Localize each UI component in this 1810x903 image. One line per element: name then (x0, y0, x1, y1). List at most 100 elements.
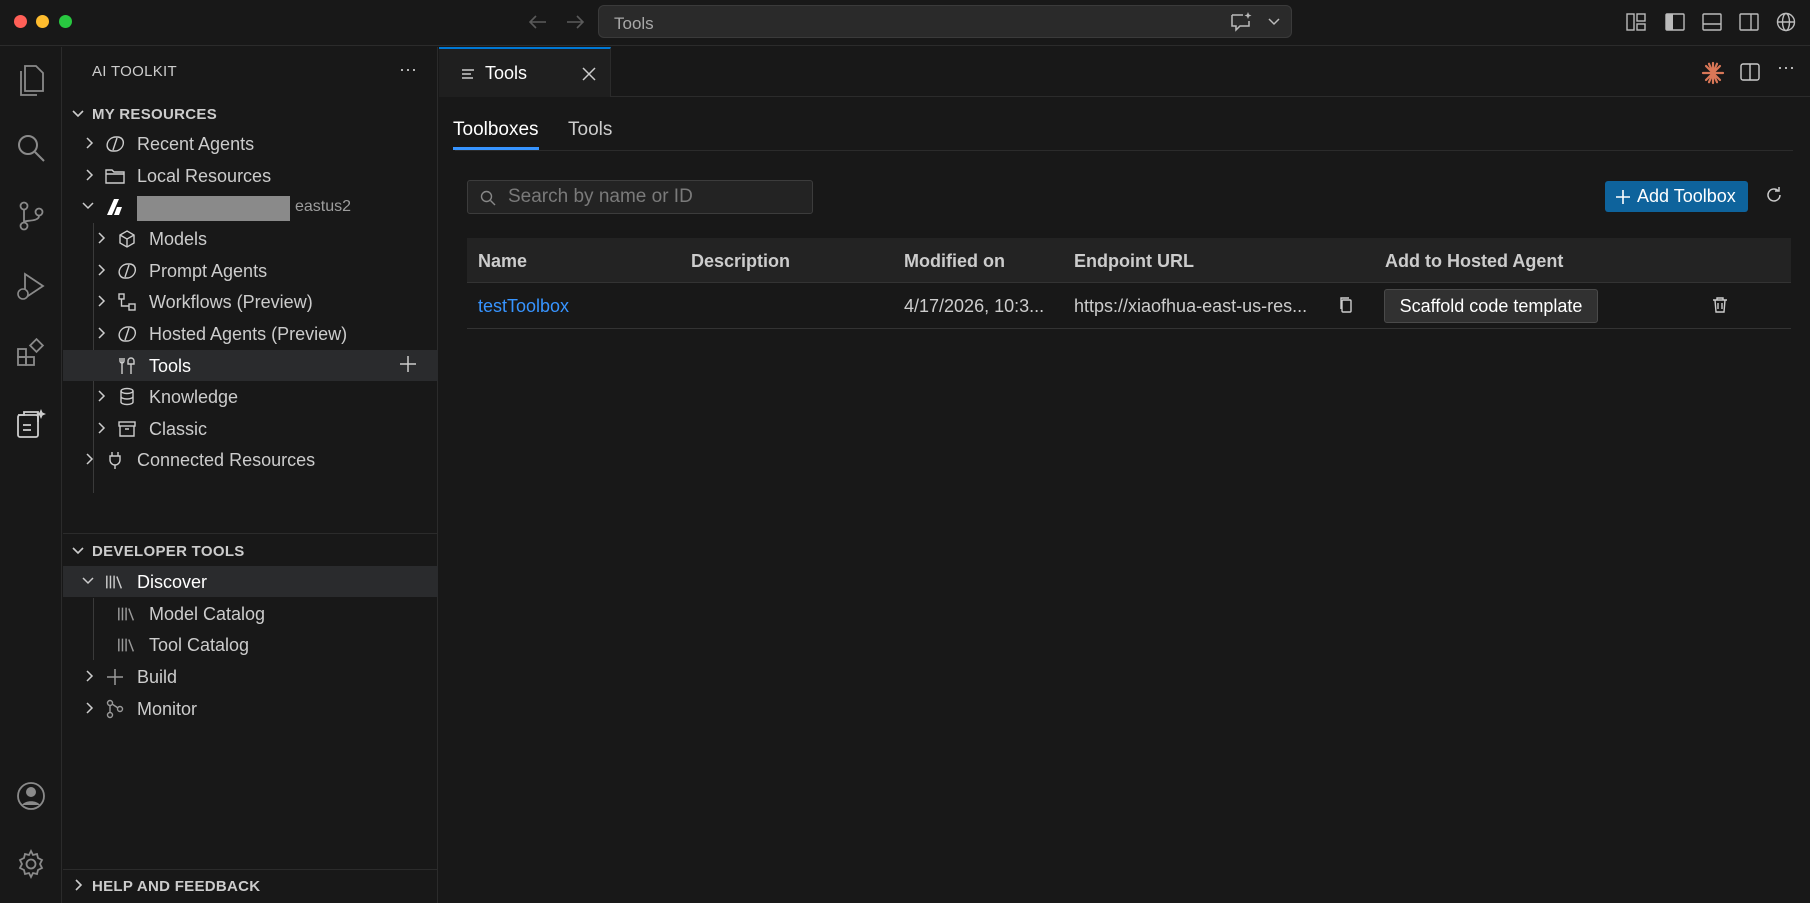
tree-item-label: Hosted Agents (Preview) (149, 324, 348, 344)
search-box[interactable] (467, 180, 813, 214)
extensions-icon[interactable] (12, 335, 50, 373)
back-arrow-icon[interactable] (526, 10, 550, 34)
tree-item-tool-catalog[interactable]: Tool Catalog (63, 629, 438, 660)
chevron-right-icon (95, 389, 107, 403)
plus-icon (105, 667, 125, 687)
add-toolbox-button[interactable]: Add Toolbox (1605, 181, 1748, 212)
tree-item-connected-resources[interactable]: Connected Resources (63, 444, 438, 475)
subtab-tools[interactable]: Tools (568, 119, 612, 147)
editor-more-actions-icon[interactable]: ··· (1777, 57, 1801, 81)
source-control-icon[interactable] (12, 197, 50, 235)
search-icon[interactable] (12, 129, 50, 167)
section-help-feedback[interactable]: HELP AND FEEDBACK (63, 872, 438, 900)
tree-item-workflows[interactable]: Workflows (Preview) (63, 286, 438, 317)
add-toolbox-label: Add Toolbox (1637, 186, 1736, 206)
chevron-right-icon (83, 168, 95, 182)
column-header-add-hosted-agent[interactable]: Add to Hosted Agent (1385, 251, 1563, 272)
tree-item-hosted-agents[interactable]: Hosted Agents (Preview) (63, 318, 438, 349)
refresh-icon[interactable] (1765, 186, 1783, 204)
project-region: eastus2 (295, 198, 352, 215)
settings-gear-icon[interactable] (12, 845, 50, 883)
command-center[interactable]: Tools (598, 5, 1292, 38)
add-tool-plus-icon[interactable] (398, 354, 418, 374)
chevron-down-icon (71, 543, 85, 557)
close-icon[interactable] (581, 66, 597, 82)
account-icon[interactable] (12, 777, 50, 815)
tree-item-label: Connected Resources (137, 450, 316, 470)
section-developer-tools[interactable]: DEVELOPER TOOLS (63, 537, 438, 565)
section-label: HELP AND FEEDBACK (92, 878, 261, 895)
command-center-text: Tools (614, 14, 654, 33)
tree-item-recent-agents[interactable]: Recent Agents (63, 128, 438, 159)
section-my-resources[interactable]: MY RESOURCES (63, 100, 438, 128)
globe-icon[interactable] (1775, 11, 1799, 35)
chevron-down-icon[interactable] (1267, 14, 1281, 28)
toolbox-name-link[interactable]: testToolbox (478, 296, 569, 317)
copy-icon[interactable] (1338, 296, 1354, 314)
section-divider (63, 533, 438, 534)
close-window-button[interactable] (14, 15, 27, 28)
tree-item-label: Local Resources (137, 166, 272, 186)
split-editor-icon[interactable] (1739, 61, 1763, 85)
column-header-endpoint[interactable]: Endpoint URL (1074, 251, 1194, 272)
tree-item-model-catalog[interactable]: Model Catalog (63, 598, 438, 629)
chevron-right-icon (95, 263, 107, 277)
tree-item-monitor[interactable]: Monitor (63, 693, 438, 724)
chevron-down-icon (81, 574, 95, 588)
scaffold-code-template-button[interactable]: Scaffold code template (1384, 289, 1598, 323)
tree-item-classic[interactable]: Classic (63, 413, 438, 444)
archive-icon (117, 419, 137, 439)
tab-tools[interactable]: Tools (439, 47, 611, 97)
tree-item-prompt-agents[interactable]: Prompt Agents (63, 255, 438, 286)
agent-icon (117, 324, 137, 344)
toggle-primary-sidebar-icon[interactable] (1664, 11, 1688, 35)
foundry-logo-icon (105, 197, 125, 217)
activity-bar (0, 47, 62, 903)
tree-item-label: Knowledge (149, 387, 239, 407)
explorer-icon[interactable] (12, 61, 50, 99)
subtab-toolboxes[interactable]: Toolboxes (453, 119, 539, 150)
tree-item-models[interactable]: Models (63, 223, 438, 254)
library-icon (117, 604, 137, 624)
tree-item-build[interactable]: Build (63, 661, 438, 692)
table-row: testToolbox 4/17/2026, 10:3... https://x… (467, 283, 1791, 329)
customize-layout-icon[interactable] (1625, 11, 1649, 35)
tree-item-label: Model Catalog (149, 604, 266, 624)
tab-label: Tools (485, 63, 528, 83)
toggle-panel-icon[interactable] (1701, 11, 1725, 35)
tree-item-knowledge[interactable]: Knowledge (63, 381, 438, 412)
section-divider (63, 869, 438, 870)
ai-toolkit-icon[interactable] (12, 405, 50, 443)
workflow-icon (117, 292, 137, 312)
toolbox-endpoint-url: https://xiaofhua-east-us-res... (1074, 296, 1308, 316)
sidebar-title: AI TOOLKIT (92, 63, 177, 80)
search-input[interactable] (508, 185, 798, 209)
tree-item-label: Prompt Agents (149, 261, 268, 281)
more-actions-icon[interactable]: ··· (399, 59, 417, 80)
plus-icon (1615, 189, 1631, 205)
forward-arrow-icon[interactable] (563, 10, 587, 34)
tree-item-foundry-project[interactable]: eastus2 (63, 191, 438, 222)
toggle-secondary-sidebar-icon[interactable] (1738, 11, 1762, 35)
editor-area: Tools ··· Toolboxes Tools Add Toolbox Na… (439, 47, 1810, 903)
chevron-right-icon (83, 452, 95, 466)
table-header: Name Description Modified on Endpoint UR… (467, 238, 1791, 283)
column-header-name[interactable]: Name (478, 251, 527, 272)
folder-icon (105, 166, 125, 186)
zoom-window-button[interactable] (59, 15, 72, 28)
tree-item-local-resources[interactable]: Local Resources (63, 160, 438, 191)
column-header-modified[interactable]: Modified on (904, 251, 1005, 272)
trash-icon[interactable] (1711, 296, 1729, 314)
run-debug-icon[interactable] (12, 267, 50, 305)
library-icon (105, 572, 125, 592)
minimize-window-button[interactable] (36, 15, 49, 28)
monitor-graph-icon (105, 699, 125, 719)
tree-item-tools[interactable]: Tools (63, 350, 438, 381)
claude-sparkle-icon[interactable] (1701, 61, 1725, 85)
chevron-right-icon (95, 326, 107, 340)
tree-item-discover[interactable]: Discover (63, 566, 438, 597)
chat-sparkle-icon[interactable] (1229, 11, 1253, 33)
search-icon (480, 190, 496, 206)
section-label: MY RESOURCES (92, 106, 218, 123)
column-header-description[interactable]: Description (691, 251, 790, 272)
